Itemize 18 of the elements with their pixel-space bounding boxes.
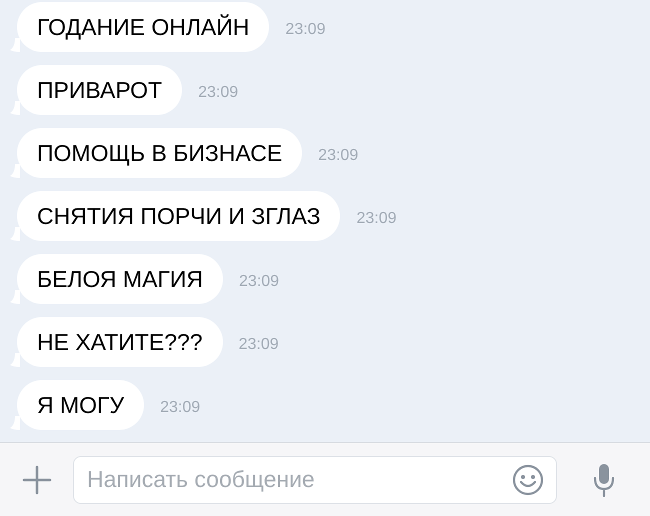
message-bubble: СНЯТИЯ ПОРЧИ И ЗГЛАЗ <box>17 191 340 241</box>
message-time: 23:09 <box>238 335 279 355</box>
message-time: 23:09 <box>198 83 238 103</box>
message-time: 23:09 <box>160 398 200 418</box>
message-bubble: Я МОГУ <box>17 380 144 430</box>
message-time: 23:09 <box>318 146 358 166</box>
smiley-icon[interactable] <box>512 464 544 496</box>
message-bubble: НЕ ХАТИТЕ??? <box>17 317 223 367</box>
message-time: 23:09 <box>356 209 397 229</box>
message-bubble: ГОДАНИЕ ОНЛАЙН <box>17 2 270 52</box>
message-time: 23:09 <box>285 20 326 40</box>
message-field[interactable]: Написать сообщение <box>73 456 557 504</box>
message-bubble: ПРИВАРОТ <box>17 65 182 115</box>
message-bubble: ПОМОЩЬ В БИЗНАСЕ <box>17 128 302 178</box>
microphone-icon[interactable] <box>593 462 615 498</box>
message-time: 23:09 <box>239 272 280 292</box>
message-bubble: БЕЛОЯ МАГИЯ <box>17 254 224 304</box>
plus-icon[interactable] <box>22 464 52 494</box>
